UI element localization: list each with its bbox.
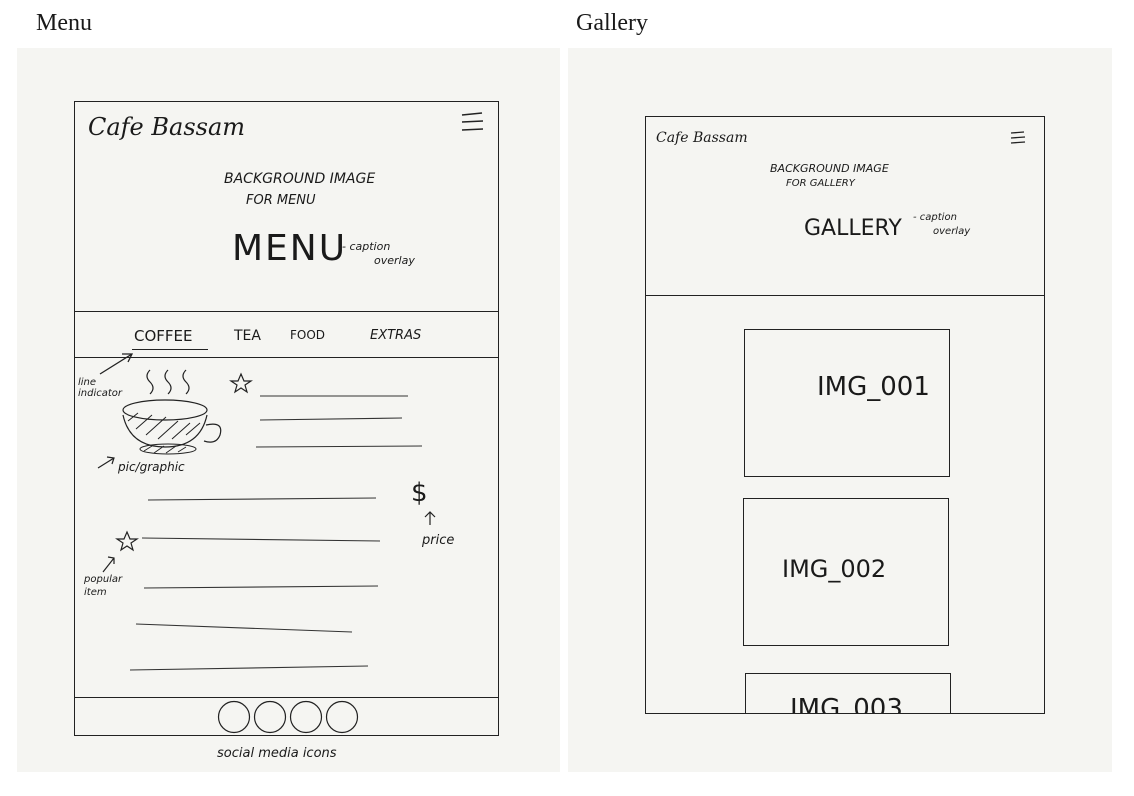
menu-hamburger-icon[interactable]: [460, 112, 486, 134]
price-arrow-icon: [424, 511, 436, 525]
tab-extras[interactable]: EXTRAS: [370, 328, 421, 343]
gallery-hero-line1: BACKGROUND IMAGE: [770, 162, 889, 175]
menu-item-lines: [129, 395, 423, 671]
menu-tabs-divider: [75, 357, 498, 358]
menu-section-label: Menu: [36, 10, 92, 36]
social-icon-2: [253, 700, 287, 734]
social-icon-1: [217, 700, 251, 734]
gallery-image-1[interactable]: IMG_001: [744, 329, 950, 477]
menu-brand-logo[interactable]: Cafe Bassam: [88, 113, 245, 141]
menu-hero-caption2: overlay: [374, 254, 415, 267]
price-annotation: price: [422, 533, 455, 548]
gallery-hero-divider: [646, 295, 1044, 296]
popular-star-icon-2: [115, 530, 139, 552]
menu-hero-line1: BACKGROUND IMAGE: [224, 171, 376, 187]
gallery-image-2[interactable]: IMG_002: [743, 498, 949, 646]
menu-hero-caption1: - caption: [342, 240, 391, 253]
social-icon-4: [325, 700, 359, 734]
gallery-section-label: Gallery: [576, 10, 648, 36]
gallery-hero-title: GALLERY: [804, 216, 902, 241]
price-symbol: $: [411, 478, 428, 508]
menu-hero-title: MENU: [232, 228, 348, 269]
gallery-image-1-label: IMG_001: [817, 372, 930, 402]
tab-food[interactable]: FOOD: [290, 328, 325, 342]
social-icon-3: [289, 700, 323, 734]
tab-tea[interactable]: TEA: [234, 328, 261, 344]
gallery-image-2-label: IMG_002: [782, 555, 887, 583]
gallery-hero-line2: FOR GALLERY: [786, 178, 855, 189]
tab-coffee[interactable]: COFFEE: [134, 327, 193, 345]
popular-arrow-icon: [102, 556, 115, 573]
gallery-hero-caption1: - caption: [913, 212, 957, 223]
gallery-hero-caption2: overlay: [933, 226, 971, 237]
gallery-image-3[interactable]: IMG_003: [745, 673, 951, 713]
menu-hero-line2: FOR MENU: [246, 193, 316, 208]
social-media-icons: [217, 700, 359, 734]
tab-active-indicator: [132, 349, 208, 350]
popular-annotation-2: item: [84, 587, 107, 598]
gallery-image-3-label: IMG_003: [790, 694, 903, 713]
social-media-annotation: social media icons: [217, 746, 337, 761]
gallery-hamburger-icon[interactable]: [1010, 130, 1026, 146]
menu-hero-divider: [75, 311, 498, 312]
menu-footer-divider: [75, 697, 498, 698]
gallery-brand-logo[interactable]: Cafe Bassam: [656, 130, 748, 146]
popular-annotation-1: popular: [84, 574, 123, 585]
